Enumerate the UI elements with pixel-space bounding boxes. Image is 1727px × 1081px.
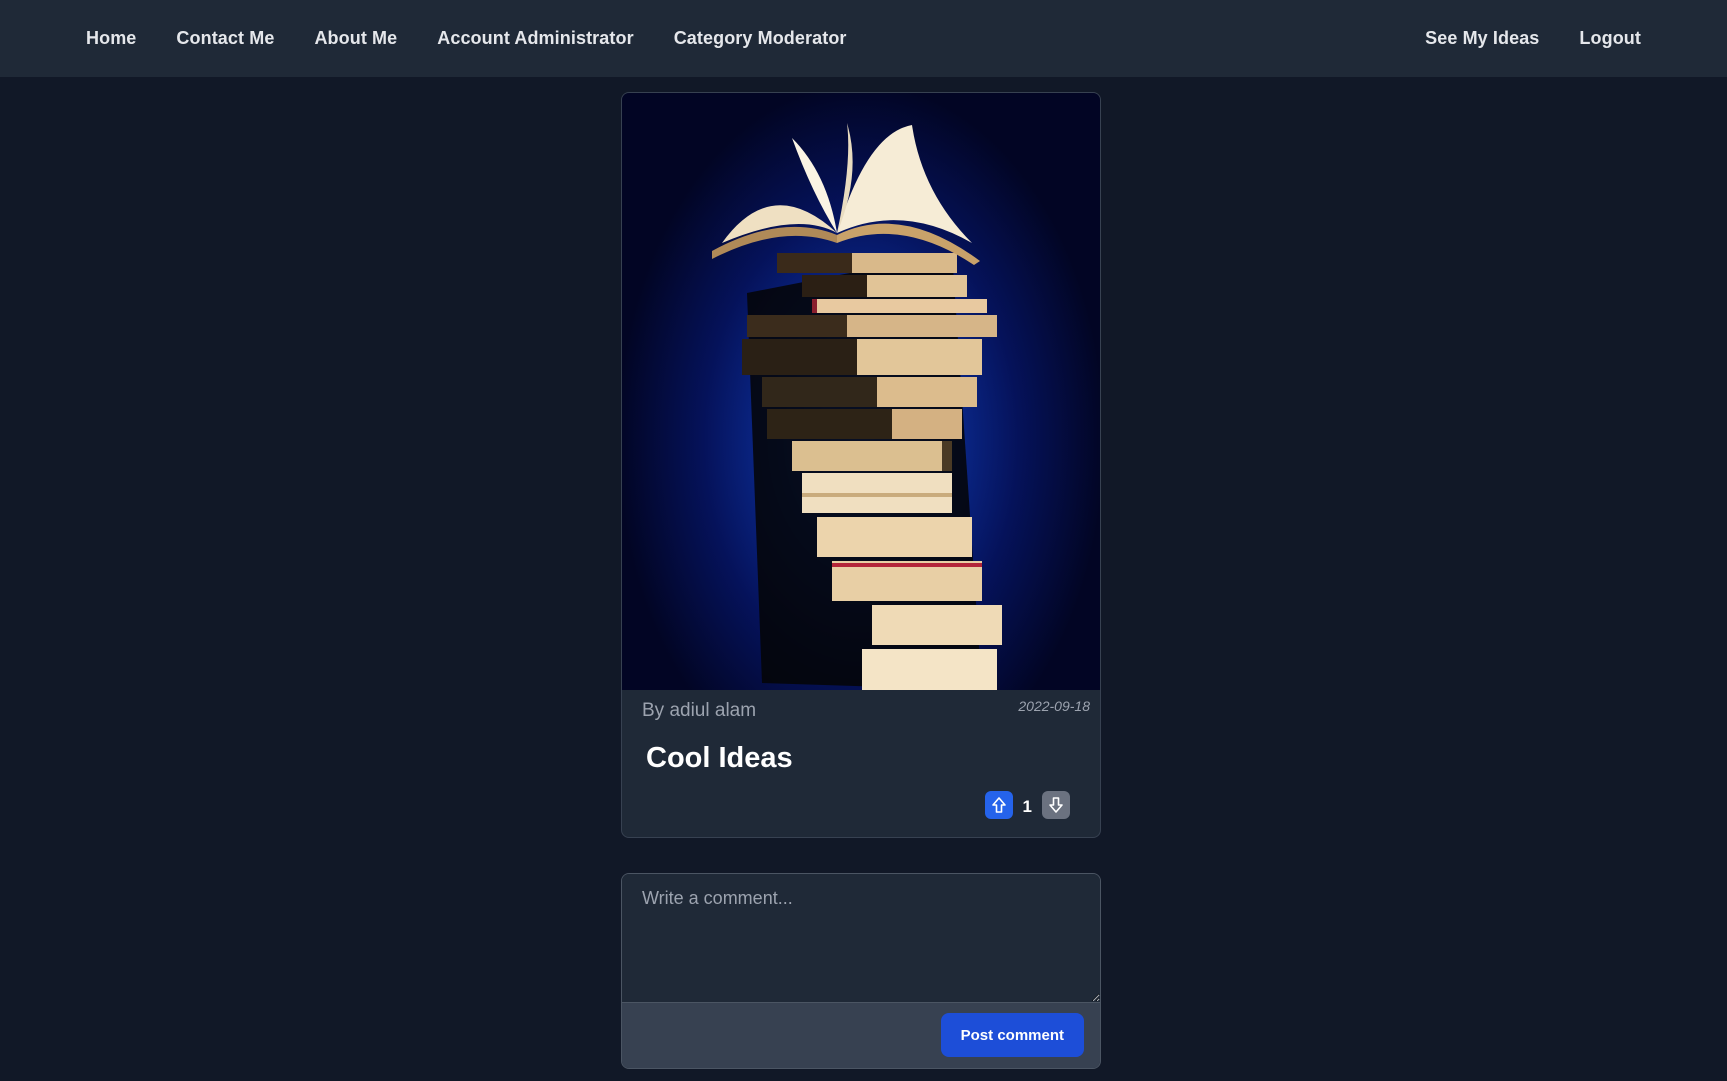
vote-controls: 1 <box>984 791 1070 819</box>
nav-account-admin-link[interactable]: Account Administrator <box>417 20 653 57</box>
vote-count: 1 <box>1022 797 1032 816</box>
comment-form: Post comment <box>621 873 1101 1069</box>
idea-image <box>622 93 1100 690</box>
idea-title: Cool Ideas <box>646 742 793 774</box>
nav-left-group: Home Contact Me About Me Account Adminis… <box>66 20 867 57</box>
comment-textarea[interactable] <box>622 874 1100 1002</box>
nav-home-link[interactable]: Home <box>66 20 156 57</box>
arrow-down-icon <box>1049 797 1063 813</box>
nav-category-moderator-link[interactable]: Category Moderator <box>654 20 867 57</box>
comment-footer: Post comment <box>622 1002 1100 1068</box>
idea-date: 2022-09-18 <box>1018 698 1090 714</box>
post-comment-button[interactable]: Post comment <box>940 1013 1084 1057</box>
top-navbar: Home Contact Me About Me Account Adminis… <box>0 0 1727 77</box>
nav-logout-link[interactable]: Logout <box>1559 20 1661 57</box>
upvote-button[interactable] <box>984 791 1013 819</box>
idea-meta: By adiul alam 2022-09-18 Cool Ideas 1 <box>622 690 1100 837</box>
downvote-button[interactable] <box>1042 791 1070 819</box>
nav-see-my-ideas-link[interactable]: See My Ideas <box>1405 20 1559 57</box>
idea-author: By adiul alam <box>642 700 757 721</box>
nav-right-group: See My Ideas Logout <box>1405 20 1661 57</box>
nav-contact-link[interactable]: Contact Me <box>156 20 294 57</box>
books-illustration <box>712 123 1002 690</box>
arrow-up-icon <box>991 797 1006 813</box>
idea-card: By adiul alam 2022-09-18 Cool Ideas 1 <box>621 92 1101 838</box>
nav-about-link[interactable]: About Me <box>294 20 417 57</box>
